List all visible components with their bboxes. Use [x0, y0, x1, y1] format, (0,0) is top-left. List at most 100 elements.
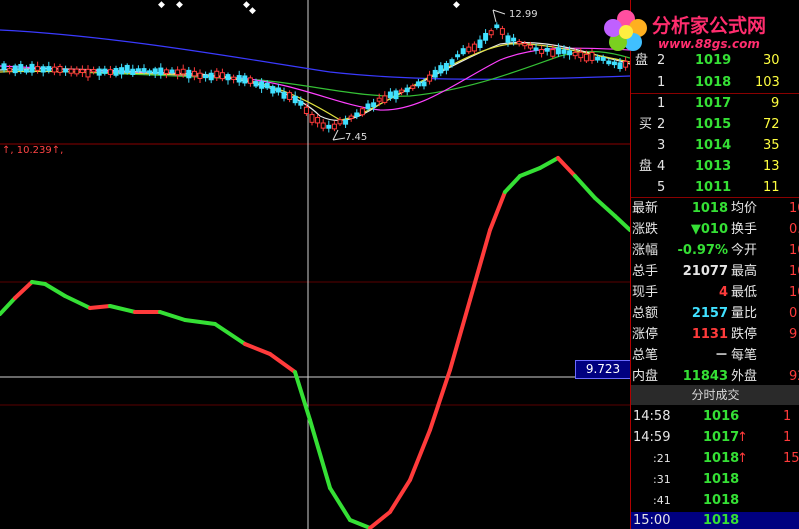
quote-value: 21077: [682, 264, 728, 279]
candle-down: [404, 87, 410, 93]
candle-down: [483, 32, 489, 41]
logo-url: www.88gs.com: [658, 37, 760, 51]
quote-row: 涨跌 ▼010换手 0.7: [631, 219, 799, 241]
indicator-value-label: ↑, 10.239↑,: [2, 145, 64, 156]
price-chart[interactable]: ◆ ◆ ◆ ◆ ◆: [0, 0, 630, 529]
candle-up: [527, 44, 533, 49]
quote-row: 现手 4最低 10: [631, 282, 799, 304]
candle-up: [91, 69, 97, 73]
trade-time: :41: [653, 494, 671, 507]
candle-up: [348, 115, 354, 119]
buy-level: 3: [657, 138, 666, 153]
candle-up: [51, 66, 57, 73]
candle-down: [460, 48, 466, 55]
trade-time: :21: [653, 452, 671, 465]
candle-down: [259, 81, 265, 89]
candle-down: [477, 39, 483, 48]
trade-row[interactable]: :31 1018: [631, 471, 799, 488]
buy-row-3[interactable]: 3 1014 35: [631, 135, 799, 157]
quote-label-2: 今开: [731, 243, 758, 258]
indicator-segment: [183, 318, 217, 326]
quote-row: 涨幅 -0.97%今开 10: [631, 240, 799, 262]
candle-down: [387, 91, 393, 99]
candle-up: [315, 117, 321, 124]
candle-down: [561, 49, 567, 54]
quote-label-2: 最高: [731, 264, 758, 279]
buy-label: 盘: [639, 159, 653, 174]
buy-row-2[interactable]: 买 2 1015 72: [631, 114, 799, 136]
indicator-segment: [428, 368, 452, 432]
candle-down: [281, 91, 287, 99]
candle-down: [264, 82, 270, 89]
trade-row[interactable]: 14:59 1017 ↑ 1: [631, 429, 799, 446]
candle-down: [270, 86, 276, 94]
low-marker: [332, 129, 346, 141]
candle-down: [12, 65, 18, 74]
candle-up: [175, 69, 181, 76]
quote-value: 1131: [691, 327, 728, 342]
trade-row[interactable]: :21 1018 ↑ 15: [631, 450, 799, 467]
logo-title: 分析家公式网: [652, 15, 767, 37]
candle-down: [225, 74, 231, 81]
indicator-segment: [448, 298, 472, 372]
indicator-segment: [613, 214, 630, 232]
candle-up: [303, 106, 309, 115]
quote-label: 涨幅: [632, 243, 659, 258]
site-logo: 分析家公式网 www.88gs.com: [600, 5, 799, 57]
candle-down: [102, 68, 108, 74]
indicator-segment: [348, 518, 372, 529]
candle-up: [35, 66, 41, 71]
trades-header[interactable]: 分时成交: [631, 385, 799, 405]
buy-row-4[interactable]: 盘 4 1013 13: [631, 156, 799, 178]
candle-down: [298, 100, 304, 106]
candle-down: [600, 57, 606, 61]
trade-time: :31: [653, 473, 671, 486]
candle-up: [79, 69, 85, 73]
sell-row-1[interactable]: 1 1018 103: [631, 72, 799, 94]
buy-row-5[interactable]: 5 1011 11: [631, 177, 799, 199]
quote-row: 总手 21077最高 10: [631, 261, 799, 283]
candle-down: [141, 68, 147, 73]
indicator-segment: [503, 174, 522, 194]
candle-down: [46, 66, 52, 72]
candle-down: [393, 90, 399, 100]
trade-price: 1018: [703, 451, 740, 466]
trade-volume: 1: [783, 430, 792, 445]
candle-up: [488, 30, 494, 36]
trade-row[interactable]: 14:58 1016 1: [631, 408, 799, 425]
candle-down: [208, 72, 214, 81]
candle-down: [147, 70, 153, 74]
sell-price: 1018: [695, 75, 732, 90]
trade-row[interactable]: :41 1018: [631, 492, 799, 509]
buy-row-1[interactable]: 1 1017 9: [631, 93, 799, 115]
quote-label: 涨停: [632, 327, 659, 342]
indicator-segment: [308, 418, 332, 490]
indicator-segment: [88, 304, 112, 310]
candle-up: [359, 108, 365, 116]
candle-up: [539, 49, 545, 54]
candle-down: [253, 81, 259, 87]
indicator-segment: [488, 190, 507, 232]
quote-label: 现手: [632, 285, 659, 300]
candle-up: [583, 53, 589, 62]
trade-arrow-icon: ↑: [737, 451, 748, 466]
candle-down: [443, 62, 449, 71]
candle-up: [180, 68, 186, 75]
low-price-annotation: 7.45: [345, 132, 368, 143]
quote-value-2: 10: [789, 285, 799, 300]
candle-down: [275, 87, 281, 93]
indicator-segment: [538, 156, 560, 170]
candle-down: [152, 68, 158, 75]
quote-value-2: 10: [789, 243, 799, 258]
trade-volume: 15: [783, 451, 799, 466]
indicator-segment: [468, 228, 492, 302]
trade-row[interactable]: 15:00 1018: [631, 512, 799, 529]
indicator-segment: [63, 294, 92, 310]
indicator-segment: [43, 282, 67, 298]
trade-price: 1016: [703, 409, 740, 424]
buy-price: 1017: [695, 96, 732, 111]
candle-up: [7, 68, 13, 72]
buy-level: 4: [657, 159, 666, 174]
indicator-segment: [13, 280, 34, 300]
quote-value-2: 10: [789, 264, 799, 279]
